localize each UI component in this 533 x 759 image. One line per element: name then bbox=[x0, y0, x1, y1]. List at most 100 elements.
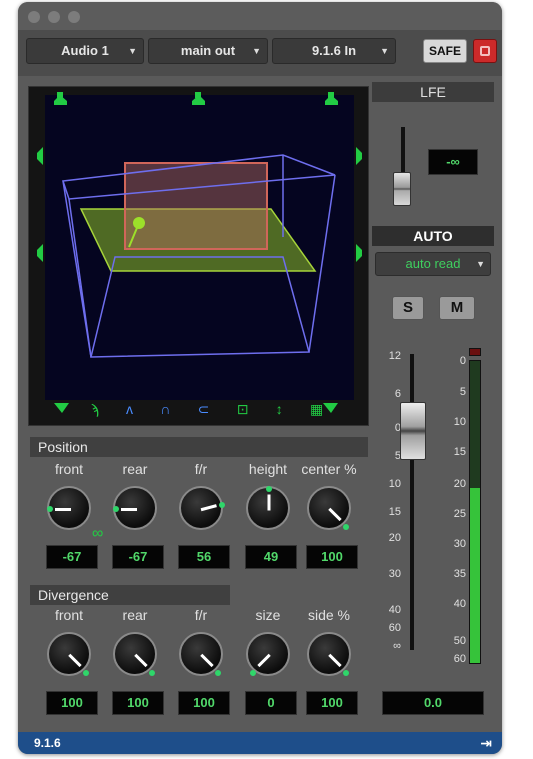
format-selector[interactable]: 9.1.6 In ▼ bbox=[272, 38, 396, 64]
automation-title: AUTO bbox=[372, 226, 494, 246]
meter-scale-label: 35 bbox=[453, 568, 466, 580]
lfe-value[interactable]: -∞ bbox=[428, 149, 478, 175]
arc-low-icon[interactable]: ʌ bbox=[126, 401, 133, 417]
div-rear-knob[interactable] bbox=[113, 632, 157, 676]
position-section-title: Position bbox=[30, 437, 368, 457]
div-fr-knob[interactable] bbox=[179, 632, 223, 676]
speaker-right-front-icon bbox=[356, 147, 362, 165]
level-meter-fill bbox=[470, 487, 480, 663]
meter-scale-label: 15 bbox=[453, 446, 466, 458]
automation-mode-selector[interactable]: auto read ▼ bbox=[375, 252, 491, 276]
speaker-bottom-left-icon bbox=[54, 403, 69, 413]
link-icon[interactable]: ∞ bbox=[92, 525, 103, 543]
fader-scale-label: 20 bbox=[388, 532, 401, 544]
panner-grid[interactable]: ϡ ʌ ∩ ⊂ ⊡ ↕ ▦ bbox=[28, 86, 369, 426]
divergence-section-title: Divergence bbox=[30, 585, 230, 605]
rear-knob[interactable] bbox=[113, 486, 157, 530]
format-selector-label: 9.1.6 In bbox=[311, 43, 357, 58]
meter-scale-label: 60 bbox=[453, 653, 466, 665]
solo-button[interactable]: S bbox=[392, 296, 424, 320]
object-region bbox=[124, 162, 268, 250]
cube-view-icon[interactable]: ⊡ bbox=[237, 401, 249, 418]
close-window-button[interactable] bbox=[28, 11, 40, 23]
meter-scale-label: 25 bbox=[453, 508, 466, 520]
fader-scale-label: 5 bbox=[394, 450, 401, 462]
path-tool-icon[interactable]: ϡ bbox=[91, 401, 99, 417]
fader-scale-label: 15 bbox=[388, 506, 401, 518]
front-knob[interactable] bbox=[47, 486, 91, 530]
title-bar[interactable] bbox=[18, 2, 502, 30]
size-label: size bbox=[255, 607, 281, 623]
record-enable-button[interactable] bbox=[473, 39, 497, 63]
front-label: front bbox=[54, 461, 83, 477]
fader-scale-label: 40 bbox=[388, 604, 401, 616]
div-fr-label: f/r bbox=[194, 607, 208, 623]
fr-value[interactable]: 56 bbox=[178, 545, 230, 569]
volume-fader-track bbox=[410, 354, 414, 650]
clip-indicator[interactable] bbox=[469, 348, 481, 356]
size-value[interactable]: 0 bbox=[245, 691, 297, 715]
speaker-left-rear-icon bbox=[37, 244, 43, 262]
chevron-down-icon: ▼ bbox=[476, 259, 485, 269]
safe-button[interactable]: SAFE bbox=[423, 39, 467, 63]
meter-scale-label: 30 bbox=[453, 538, 466, 550]
div-front-knob[interactable] bbox=[47, 632, 91, 676]
fader-scale-label: 10 bbox=[388, 478, 401, 490]
center-percent-label: center % bbox=[301, 461, 357, 477]
height-knob[interactable] bbox=[246, 486, 290, 530]
volume-fader-handle[interactable] bbox=[400, 402, 426, 460]
meter-scale-label: 50 bbox=[453, 635, 466, 647]
div-rear-value[interactable]: 100 bbox=[112, 691, 164, 715]
chevron-down-icon: ▼ bbox=[128, 46, 137, 56]
rear-label: rear bbox=[122, 461, 148, 477]
volume-value[interactable]: 0.0 bbox=[382, 691, 484, 715]
fader-scale-label: 60 bbox=[388, 622, 401, 634]
center-percent-knob[interactable] bbox=[307, 486, 351, 530]
chevron-down-icon: ▼ bbox=[252, 46, 261, 56]
side-percent-knob[interactable] bbox=[307, 632, 351, 676]
div-rear-label: rear bbox=[122, 607, 148, 623]
center-percent-value[interactable]: 100 bbox=[306, 545, 358, 569]
automation-mode-label: auto read bbox=[405, 256, 461, 271]
zoom-window-button[interactable] bbox=[68, 11, 80, 23]
meter-scale-label: 40 bbox=[453, 598, 466, 610]
arc-mid-icon[interactable]: ∩ bbox=[160, 401, 170, 417]
panner-toolbar: ϡ ʌ ∩ ⊂ ⊡ ↕ ▦ bbox=[77, 399, 337, 419]
output-selector[interactable]: main out ▼ bbox=[148, 38, 268, 64]
output-selector-label: main out bbox=[180, 43, 236, 58]
chevron-down-icon: ▼ bbox=[380, 46, 389, 56]
div-fr-value[interactable]: 100 bbox=[178, 691, 230, 715]
status-format: 9.1.6 bbox=[34, 736, 61, 750]
size-knob[interactable] bbox=[246, 632, 290, 676]
lfe-title: LFE bbox=[372, 82, 494, 102]
div-front-label: front bbox=[54, 607, 83, 623]
rear-value[interactable]: -67 bbox=[112, 545, 164, 569]
side-percent-label: side % bbox=[307, 607, 351, 623]
meter-scale-label: 10 bbox=[453, 416, 466, 428]
level-meter bbox=[469, 360, 481, 664]
minimize-window-button[interactable] bbox=[48, 11, 60, 23]
meter-scale-label: 0 bbox=[459, 355, 466, 367]
meter-scale-label: 20 bbox=[453, 478, 466, 490]
output-route-icon[interactable]: ⇥ bbox=[480, 732, 492, 754]
height-value[interactable]: 49 bbox=[245, 545, 297, 569]
fader-scale-label: ∞ bbox=[393, 640, 401, 652]
grid-mode-icon[interactable]: ▦ bbox=[310, 401, 323, 418]
height-mode-icon[interactable]: ↕ bbox=[276, 401, 283, 417]
fader-scale-label: 6 bbox=[394, 388, 401, 400]
fader-scale-label: 30 bbox=[388, 568, 401, 580]
height-label: height bbox=[248, 461, 288, 477]
mute-button[interactable]: M bbox=[439, 296, 475, 320]
front-value[interactable]: -67 bbox=[46, 545, 98, 569]
fader-scale-label: 12 bbox=[388, 350, 401, 362]
meter-scale-label: 5 bbox=[459, 386, 466, 398]
fr-knob[interactable] bbox=[179, 486, 225, 530]
speaker-right-rear-icon bbox=[356, 244, 362, 262]
side-percent-value[interactable]: 100 bbox=[306, 691, 358, 715]
track-selector[interactable]: Audio 1 ▼ bbox=[26, 38, 144, 64]
arc-high-icon[interactable]: ⊂ bbox=[198, 401, 210, 418]
status-bar: 9.1.6 ⇥ bbox=[18, 732, 502, 754]
lfe-fader-handle[interactable] bbox=[393, 172, 411, 206]
panner-window: Audio 1 ▼ main out ▼ 9.1.6 In ▼ SAFE ϡ ʌ… bbox=[18, 2, 502, 754]
div-front-value[interactable]: 100 bbox=[46, 691, 98, 715]
